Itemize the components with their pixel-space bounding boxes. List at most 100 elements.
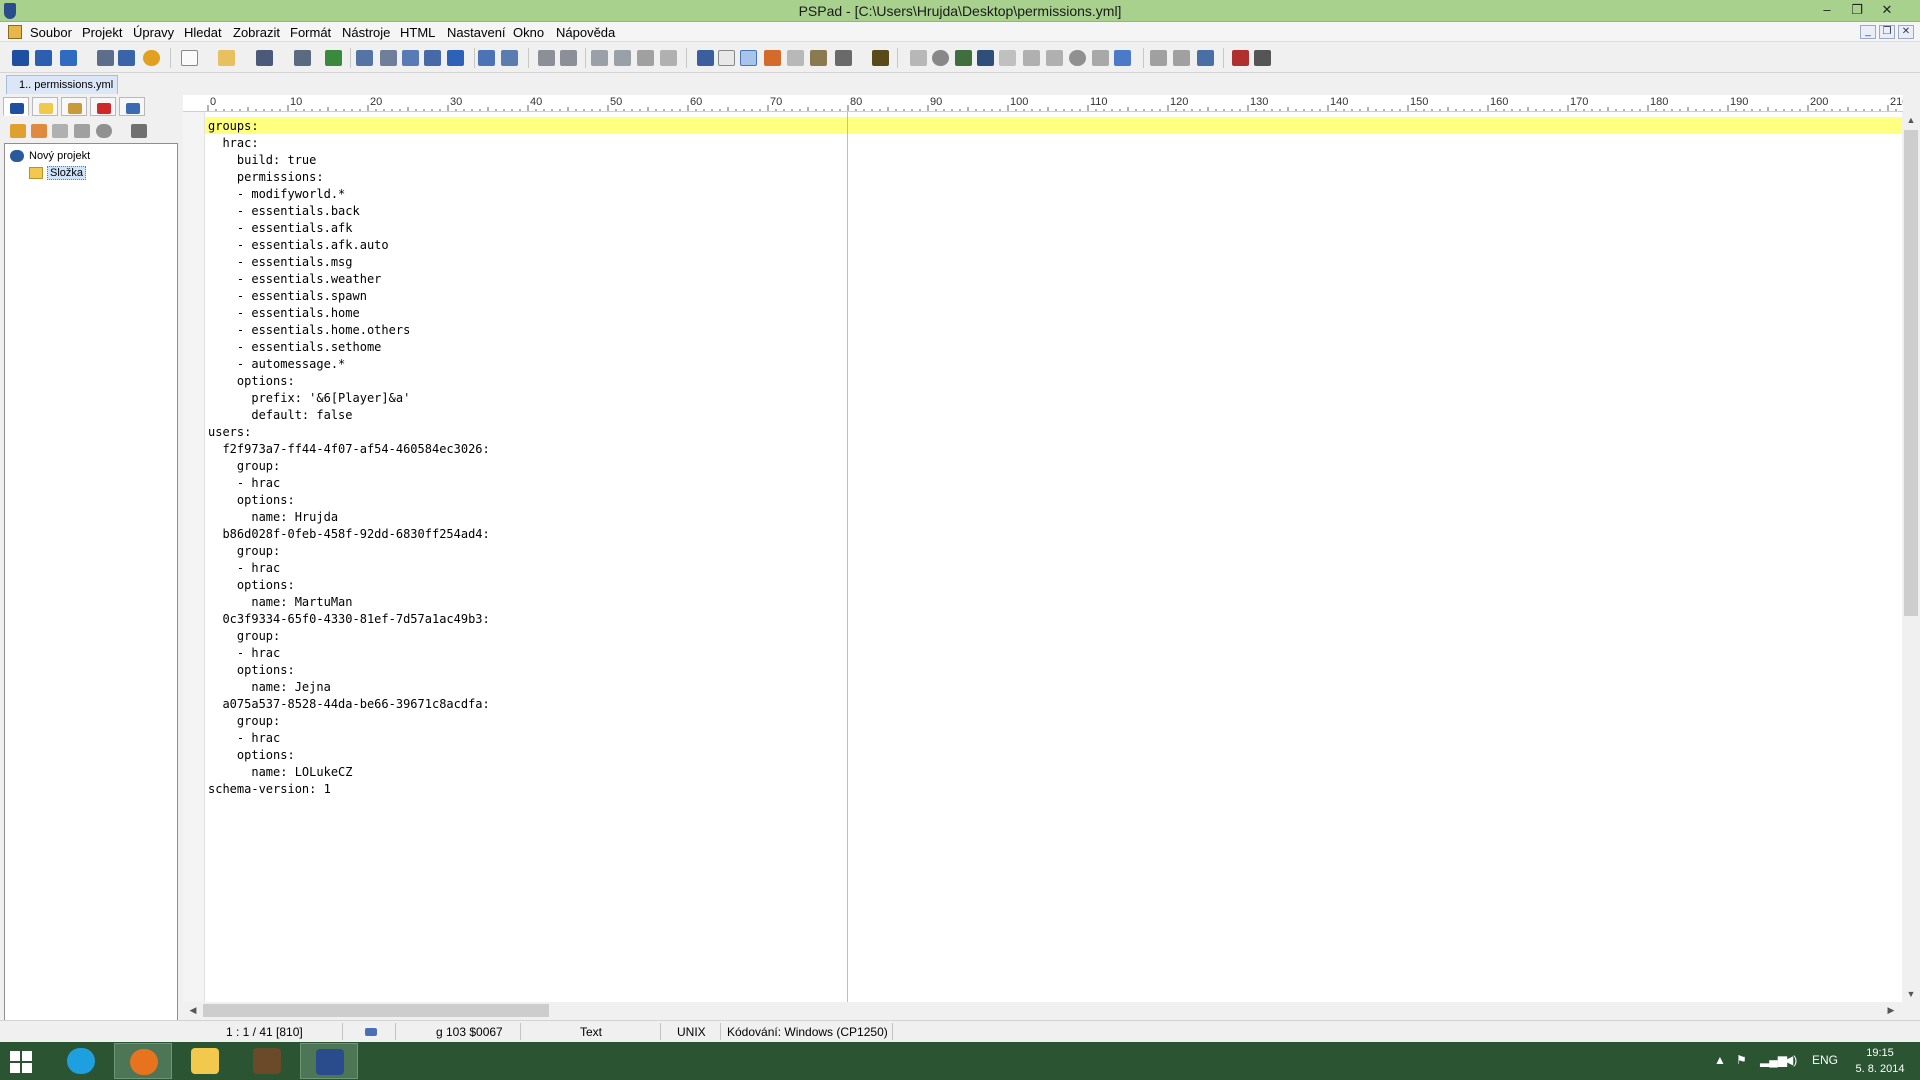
code-line[interactable]: group:	[208, 458, 490, 475]
menu-hledat[interactable]: Hledat	[184, 25, 222, 40]
replace-icon[interactable]	[380, 50, 397, 66]
settings-icon[interactable]	[143, 50, 160, 66]
panel-tab-files[interactable]	[32, 97, 58, 116]
panel-tab-favorites[interactable]	[90, 97, 116, 116]
record-macro-icon[interactable]	[1232, 50, 1249, 66]
maximize-button[interactable]: ❐	[1843, 0, 1871, 20]
search-icon[interactable]	[356, 50, 373, 66]
menu-zobrazit[interactable]: Zobrazit	[233, 25, 280, 40]
special-chars-icon[interactable]	[718, 50, 735, 66]
code-line[interactable]: prefix: '&6[Player]&a'	[208, 390, 490, 407]
print-preview-icon[interactable]	[478, 50, 495, 66]
add-file-icon[interactable]	[31, 124, 47, 138]
taskbar-minecraft[interactable]	[238, 1043, 296, 1079]
panel-tab-project[interactable]	[3, 97, 29, 116]
code-line[interactable]: - essentials.afk	[208, 220, 490, 237]
open-file-icon[interactable]	[218, 50, 235, 66]
tray-expand-icon[interactable]: ▲	[1714, 1053, 1726, 1067]
add-new-icon[interactable]	[52, 124, 68, 138]
panel-tab-clips[interactable]	[119, 97, 145, 116]
project-icon[interactable]	[12, 50, 29, 66]
highlighter-icon[interactable]	[764, 50, 781, 66]
menu-napoveda[interactable]: Nápověda	[556, 25, 615, 40]
volume-icon[interactable]: ◀)	[1784, 1053, 1797, 1067]
code-line[interactable]: - essentials.home	[208, 305, 490, 322]
indent-icon[interactable]	[910, 50, 927, 66]
mdi-minimize-button[interactable]: _	[1860, 25, 1876, 39]
scroll-up-arrow-icon[interactable]: ▲	[1902, 112, 1920, 128]
close-button[interactable]: ✕	[1873, 0, 1901, 20]
tag-icon[interactable]	[1023, 50, 1040, 66]
code-line[interactable]: schema-version: 1	[208, 781, 490, 798]
code-line[interactable]: b86d028f-0feb-458f-92dd-6830ff254ad4:	[208, 526, 489, 543]
code-explorer-icon[interactable]	[932, 50, 949, 66]
status-mode[interactable]: Text	[580, 1025, 602, 1039]
close-project-icon[interactable]	[97, 50, 114, 66]
close-tag-icon[interactable]	[1046, 50, 1063, 66]
code-line[interactable]: options:	[208, 577, 490, 594]
color-picker-icon[interactable]	[955, 50, 972, 66]
status-position[interactable]: 1 : 1 / 41 [810]	[226, 1025, 303, 1039]
menu-format[interactable]: Formát	[290, 25, 331, 40]
tools-icon[interactable]	[131, 124, 147, 138]
ftp-icon[interactable]	[1092, 50, 1109, 66]
bracket-match-icon[interactable]	[424, 50, 441, 66]
taskbar-explorer[interactable]	[176, 1043, 234, 1079]
tree-node-folder[interactable]: Složka	[47, 166, 87, 180]
print-icon[interactable]	[501, 50, 518, 66]
code-line[interactable]: 0c3f9334-65f0-4330-81ef-7d57a1ac49b3:	[208, 611, 489, 628]
code-line[interactable]: - essentials.spawn	[208, 288, 490, 305]
code-line[interactable]: - essentials.sethome	[208, 339, 490, 356]
lock-icon[interactable]	[810, 50, 827, 66]
web-preview-icon[interactable]	[1069, 50, 1086, 66]
code-line[interactable]: options:	[208, 747, 490, 764]
redo-icon[interactable]	[560, 50, 577, 66]
properties-icon[interactable]	[96, 124, 112, 138]
document-menu-icon[interactable]	[8, 25, 22, 39]
bookmark-icon[interactable]	[447, 50, 464, 66]
code-line[interactable]: - essentials.weather	[208, 271, 490, 288]
code-line[interactable]: name: Hrujda	[208, 509, 490, 526]
delete-icon[interactable]	[660, 50, 677, 66]
glasses-icon[interactable]	[1254, 50, 1271, 66]
code-text[interactable]: groups: hrac: build: true permissions: -…	[208, 118, 490, 798]
tray-clock[interactable]: 19:15 5. 8. 2014	[1848, 1045, 1912, 1077]
code-line[interactable]: - automessage.*	[208, 356, 490, 373]
vertical-scrollbar[interactable]: ▲ ▼	[1902, 112, 1920, 1002]
pin-icon[interactable]	[872, 50, 889, 66]
menu-soubor[interactable]: Soubor	[30, 25, 72, 40]
menu-projekt[interactable]: Projekt	[82, 25, 122, 40]
save-icon[interactable]	[256, 50, 273, 66]
code-line[interactable]: group:	[208, 713, 490, 730]
code-line[interactable]: name: Jejna	[208, 679, 490, 696]
new-file-icon[interactable]	[181, 50, 198, 66]
code-line[interactable]: default: false	[208, 407, 490, 424]
code-line[interactable]: group:	[208, 543, 490, 560]
move-lines-icon[interactable]	[325, 50, 342, 66]
block-select-icon[interactable]	[787, 50, 804, 66]
code-line[interactable]: - hrac	[208, 560, 490, 577]
table-icon[interactable]	[977, 50, 994, 66]
code-line[interactable]: users:	[208, 424, 490, 441]
status-encoding[interactable]: Kódování: Windows (CP1250)	[727, 1025, 888, 1039]
mdi-restore-button[interactable]: ❐	[1879, 25, 1895, 39]
taskbar-skype[interactable]	[52, 1043, 110, 1079]
code-line[interactable]: - essentials.home.others	[208, 322, 490, 339]
file-tab-permissions[interactable]: 1.. permissions.yml	[6, 75, 118, 94]
code-line[interactable]: group:	[208, 628, 490, 645]
save-all-icon[interactable]	[294, 50, 311, 66]
run-icon[interactable]	[1173, 50, 1190, 66]
code-line[interactable]: options:	[208, 373, 490, 390]
terminal-icon[interactable]	[1197, 50, 1214, 66]
horizontal-scrollbar[interactable]: ◀ ▶	[183, 1002, 1903, 1019]
windows-start-icon[interactable]	[10, 1051, 32, 1073]
paste-icon[interactable]	[637, 50, 654, 66]
menu-html[interactable]: HTML	[400, 25, 435, 40]
code-line[interactable]: f2f973a7-ff44-4f07-af54-460584ec3026:	[208, 441, 489, 458]
menu-okno[interactable]: Okno	[513, 25, 544, 40]
code-line[interactable]: options:	[208, 492, 490, 509]
vertical-scroll-thumb[interactable]	[1904, 130, 1918, 616]
code-line[interactable]: - hrac	[208, 645, 490, 662]
mdi-close-button[interactable]: ✕	[1898, 25, 1914, 39]
taskbar-pspad[interactable]	[300, 1043, 358, 1079]
